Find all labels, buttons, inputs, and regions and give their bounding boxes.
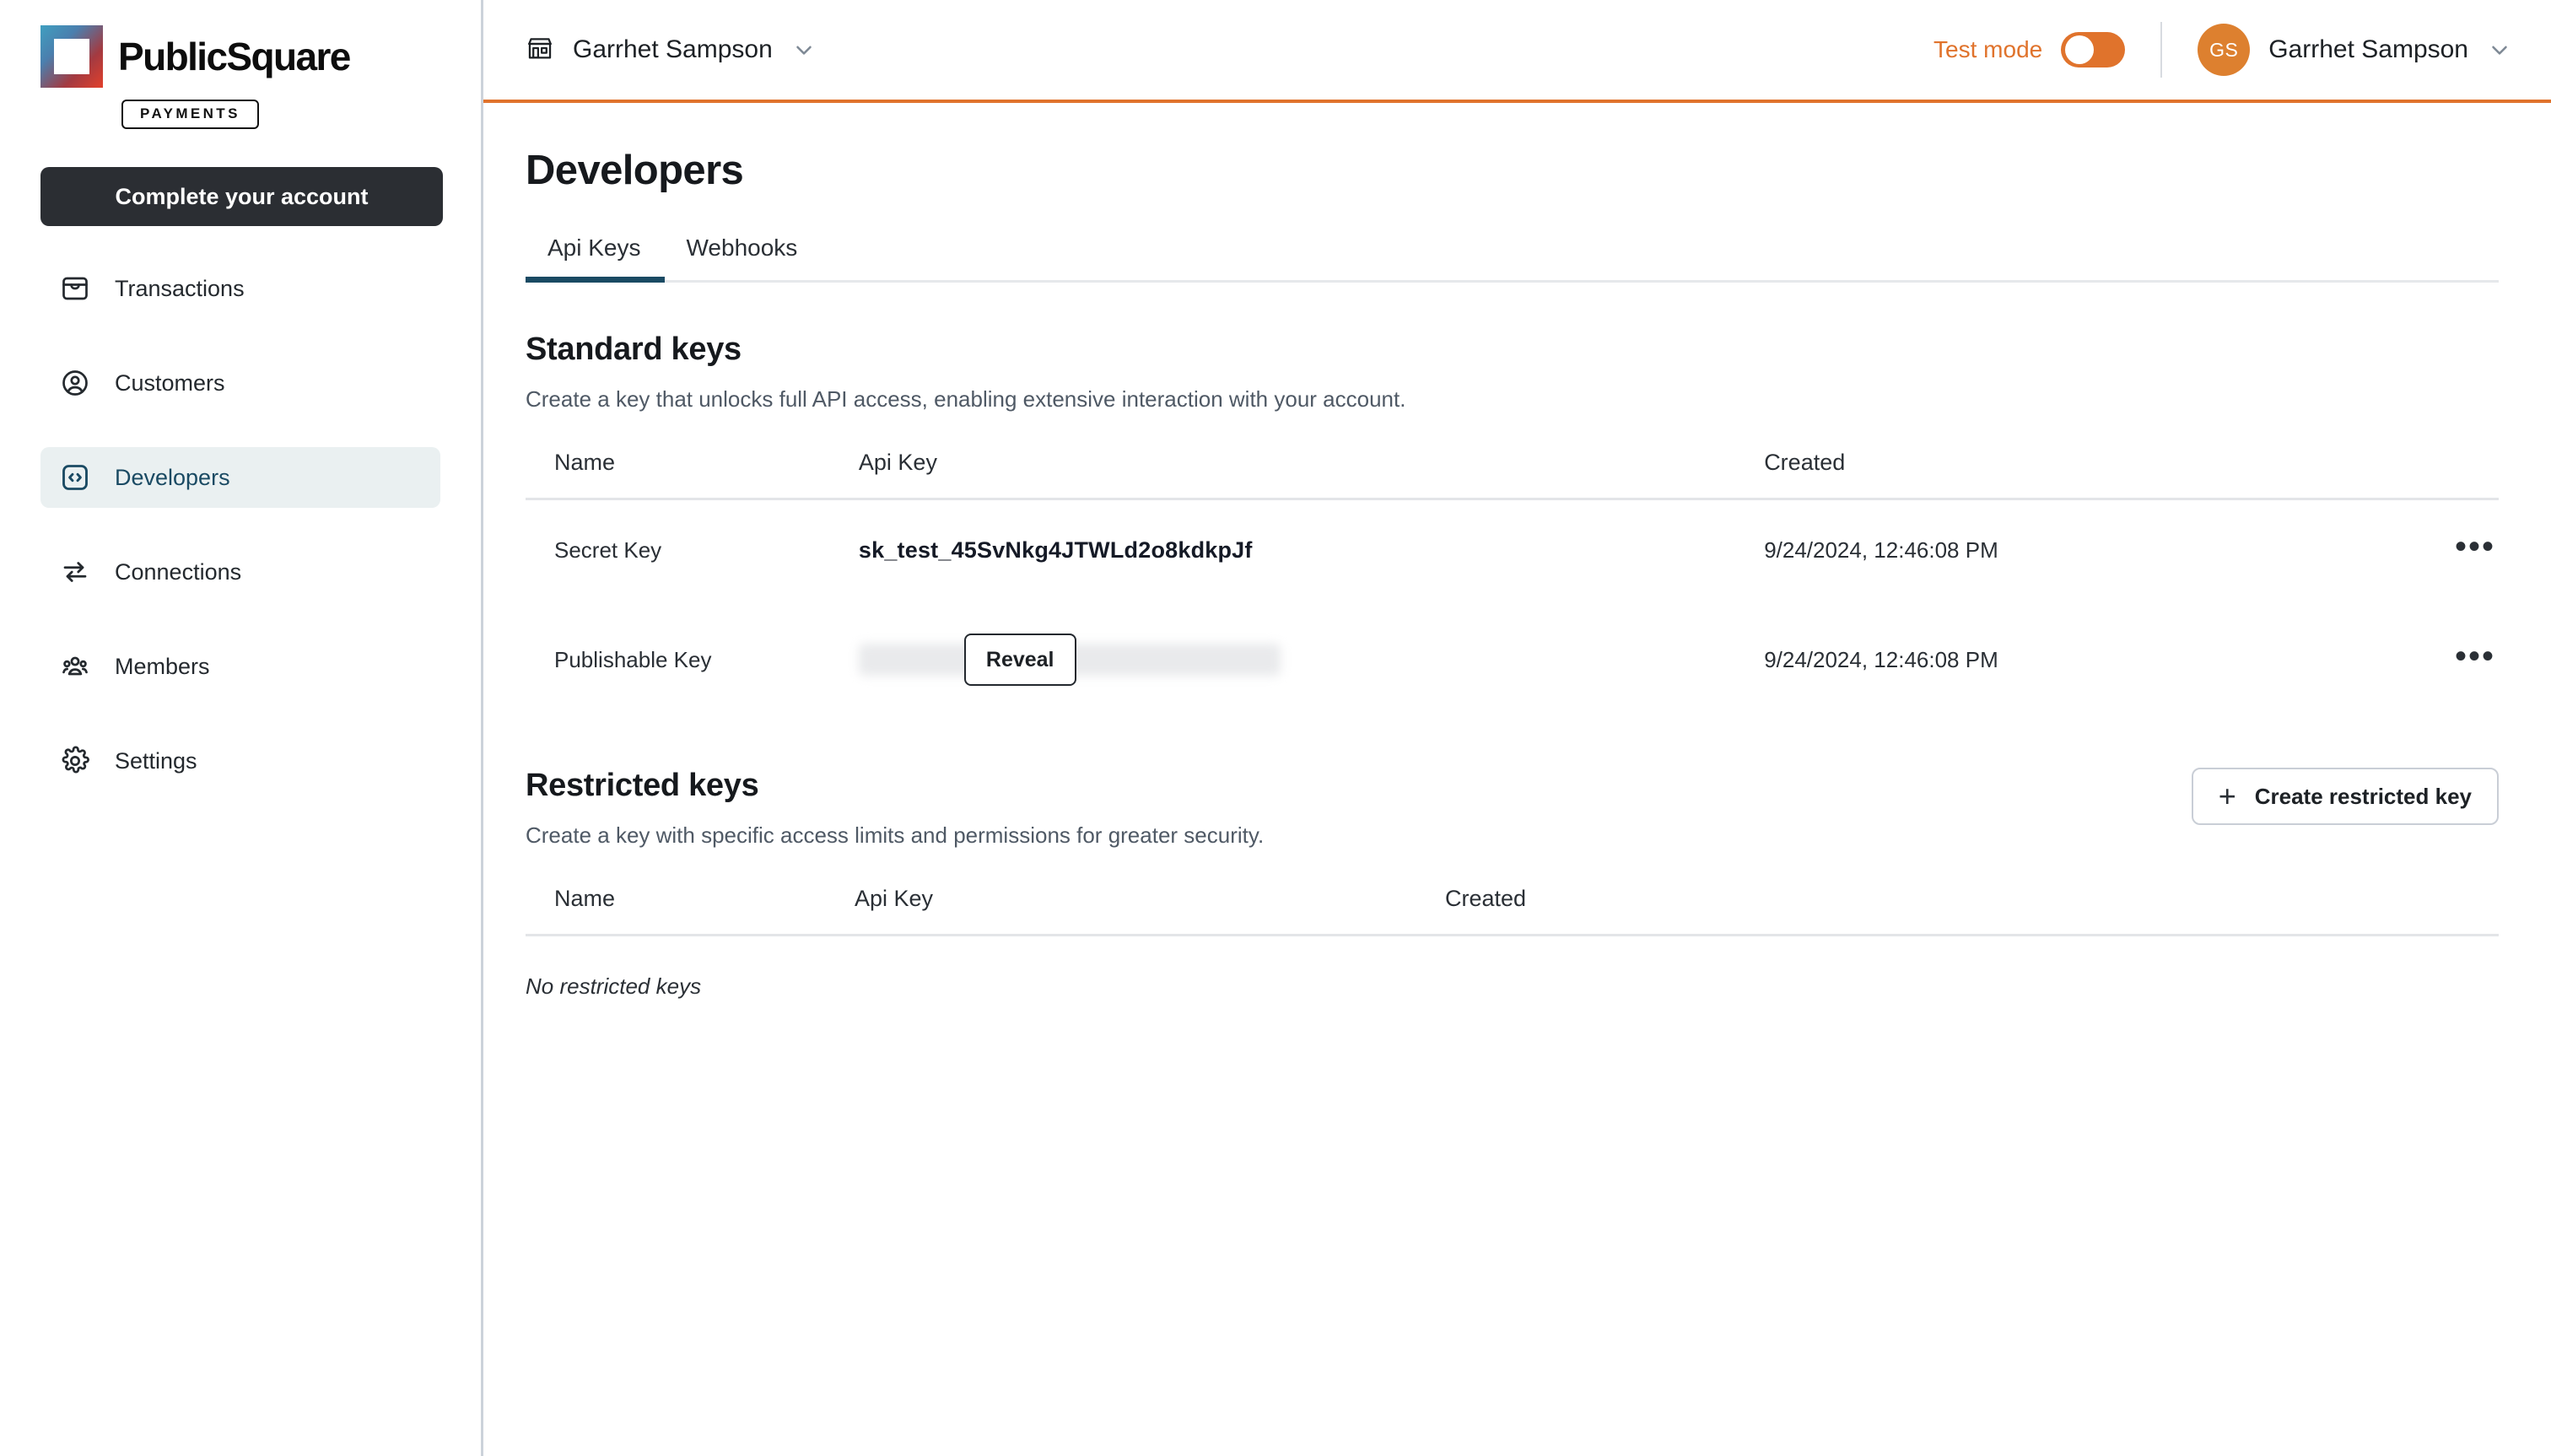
table-body: Secret Key sk_test_45SvNkg4JTWLd2o8kdkpJ…: [526, 499, 2499, 720]
logo-row: PublicSquare: [40, 25, 351, 88]
sidebar-item-label: Customers: [115, 369, 225, 396]
table-head: Name Api Key Created: [526, 886, 2499, 936]
complete-your-account-button[interactable]: Complete your account: [40, 167, 443, 226]
key-name: Secret Key: [554, 537, 662, 563]
sidebar-item-label: Transactions: [115, 275, 245, 301]
restricted-keys-table: Name Api Key Created No restricted keys: [526, 886, 2499, 1037]
main-area: Garrhet Sampson Test mode GS Garrhet Sam…: [483, 0, 2551, 1456]
table-body: No restricted keys: [526, 936, 2499, 1038]
create-restricted-key-label: Create restricted key: [2254, 783, 2472, 809]
standard-keys-header: Standard keys Create a key that unlocks …: [526, 332, 2499, 413]
merchant-selector[interactable]: Garrhet Sampson: [526, 34, 817, 67]
secret-key-value: sk_test_45SvNkg4JTWLd2o8kdkpJf: [858, 537, 1253, 563]
standard-keys-section: Standard keys Create a key that unlocks …: [526, 332, 2499, 719]
restricted-keys-description: Create a key with specific access limits…: [526, 822, 1265, 848]
sidebar-item-settings[interactable]: Settings: [40, 731, 440, 791]
page-content: Developers Api Keys Webhooks Standard ke…: [483, 103, 2551, 1037]
brand-name: PublicSquare: [118, 35, 351, 78]
page-title: Developers: [526, 148, 744, 193]
column-header-name: Name: [526, 886, 855, 936]
tab-api-keys[interactable]: Api Keys: [526, 235, 665, 283]
standard-keys-description: Create a key that unlocks full API acces…: [526, 386, 1406, 412]
logo-inner-square: [54, 39, 89, 74]
code-brackets-icon: [59, 461, 91, 493]
empty-state-message: No restricted keys: [526, 973, 702, 999]
test-mode-label: Test mode: [1933, 36, 2043, 62]
chevron-down-icon: [791, 37, 817, 62]
restricted-keys-title: Restricted keys: [526, 768, 759, 803]
masked-key-wrapper: Reveal: [858, 634, 1281, 686]
avatar: GS: [2198, 24, 2251, 76]
standard-keys-title: Standard keys: [526, 332, 742, 367]
table-header-row: Name Api Key Created: [526, 886, 2499, 936]
ellipsis-icon[interactable]: •••: [2451, 639, 2499, 673]
tab-webhooks[interactable]: Webhooks: [665, 235, 822, 280]
key-created: 9/24/2024, 12:46:08 PM: [1764, 646, 1998, 672]
row-actions-cell: •••: [2396, 601, 2499, 719]
toggle-knob: [2065, 35, 2095, 64]
merchant-name: Garrhet Sampson: [573, 35, 773, 63]
test-mode-control[interactable]: Test mode: [1933, 32, 2126, 67]
app-root: PublicSquare PAYMENTS Complete your acco…: [0, 0, 2551, 1456]
tab-bar: Api Keys Webhooks: [526, 235, 2499, 283]
sidebar-item-label: Members: [115, 653, 210, 679]
column-header-name: Name: [526, 450, 859, 500]
sidebar-item-label: Settings: [115, 747, 197, 774]
key-value-cell: sk_test_45SvNkg4JTWLd2o8kdkpJf: [859, 499, 1764, 601]
empty-state-row: No restricted keys: [526, 936, 2499, 1038]
top-bar: Garrhet Sampson Test mode GS Garrhet Sam…: [483, 0, 2551, 103]
table-row: Publishable Key Reveal 9/24/2024, 12:46:…: [526, 601, 2499, 719]
column-header-api-key: Api Key: [855, 886, 1445, 936]
ellipsis-icon[interactable]: •••: [2451, 530, 2499, 564]
plus-icon: +: [2218, 779, 2236, 813]
sidebar-item-label: Connections: [115, 558, 242, 585]
user-circle-icon: [59, 367, 91, 399]
chevron-down-icon: [2487, 37, 2512, 62]
sidebar-item-customers[interactable]: Customers: [40, 353, 440, 413]
sidebar: PublicSquare PAYMENTS Complete your acco…: [0, 0, 483, 1456]
key-created: 9/24/2024, 12:46:08 PM: [1764, 537, 1998, 563]
standard-keys-table: Name Api Key Created Secret Key sk_test_…: [526, 450, 2499, 719]
column-header-api-key: Api Key: [858, 450, 1765, 500]
publicsquare-logo-icon: [40, 25, 103, 88]
sidebar-item-label: Developers: [115, 464, 230, 490]
user-menu[interactable]: GS Garrhet Sampson: [2198, 24, 2512, 76]
sidebar-item-connections[interactable]: Connections: [40, 542, 440, 602]
inbox-icon: [59, 272, 91, 305]
gear-icon: [59, 745, 91, 777]
table-row: Secret Key sk_test_45SvNkg4JTWLd2o8kdkpJ…: [526, 499, 2499, 601]
storefront-icon: [526, 34, 554, 67]
users-group-icon: [59, 650, 91, 682]
brand-logo[interactable]: PublicSquare PAYMENTS: [0, 0, 481, 129]
column-header-actions: [2396, 450, 2499, 500]
transfer-arrows-icon: [59, 556, 91, 588]
table-head: Name Api Key Created: [526, 450, 2499, 500]
create-restricted-key-button[interactable]: + Create restricted key: [2191, 768, 2499, 825]
restricted-keys-header: Restricted keys Create a key with specif…: [526, 768, 2499, 849]
key-name: Publishable Key: [554, 646, 712, 672]
column-header-created: Created: [1764, 450, 2397, 500]
user-name: Garrhet Sampson: [2268, 35, 2468, 63]
sidebar-item-members[interactable]: Members: [40, 636, 440, 697]
sidebar-item-developers[interactable]: Developers: [40, 447, 440, 508]
key-value-cell: Reveal: [858, 601, 1764, 719]
restricted-keys-section: Restricted keys Create a key with specif…: [526, 768, 2499, 1037]
sidebar-item-transactions[interactable]: Transactions: [40, 258, 440, 319]
row-actions-cell: •••: [2396, 499, 2499, 601]
reveal-button[interactable]: Reveal: [963, 634, 1076, 686]
column-header-created: Created: [1445, 886, 2499, 936]
test-mode-toggle[interactable]: [2061, 32, 2126, 67]
top-bar-right: Test mode GS Garrhet Sampson: [1933, 22, 2512, 78]
brand-badge: PAYMENTS: [121, 100, 259, 129]
table-header-row: Name Api Key Created: [526, 450, 2499, 500]
sidebar-nav: Transactions Customers Developers Connec…: [0, 258, 481, 825]
divider: [2160, 22, 2163, 78]
